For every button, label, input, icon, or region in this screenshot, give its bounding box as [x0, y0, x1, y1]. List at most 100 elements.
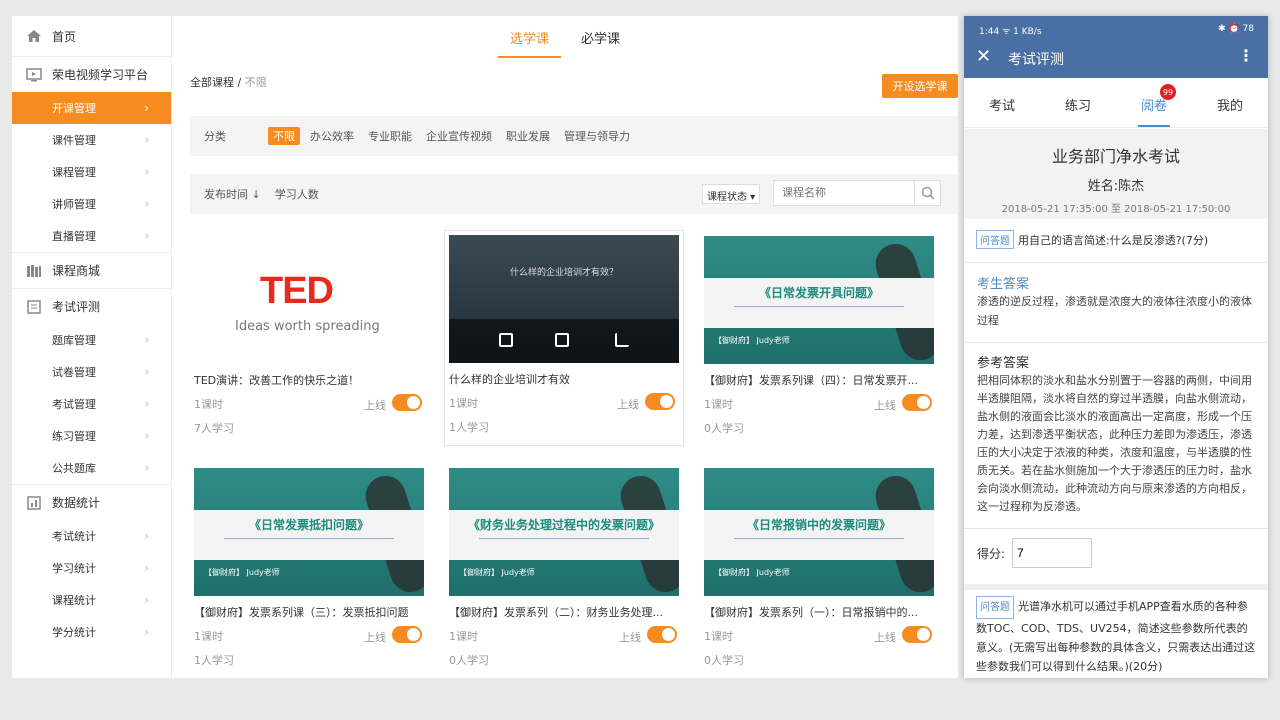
online-toggle[interactable]: [647, 626, 677, 643]
chevron-right-icon: ›: [144, 561, 149, 575]
breadcrumb-separator: /: [237, 76, 242, 89]
sidebar-stats[interactable]: 数据统计: [12, 484, 171, 520]
sidebar-item-question-bank[interactable]: 题库管理 ›: [12, 324, 171, 356]
sidebar-item-open-course[interactable]: 开课管理 ›: [12, 92, 171, 124]
ted-logo: TED: [260, 270, 334, 312]
online-toggle[interactable]: [645, 393, 675, 410]
course-card[interactable]: 《日常发票抵扣问题》 【御财府】 Judy老师 【御财府】发票系列课（三）：发票…: [190, 464, 430, 680]
online-label: 上线: [617, 398, 639, 411]
course-card[interactable]: TED Ideas worth spreading TED演讲：改善工作的快乐之…: [190, 232, 430, 448]
stats-icon: [27, 495, 41, 510]
score-label: 得分:: [977, 547, 1006, 561]
notification-badge: 99: [1160, 84, 1176, 100]
course-title[interactable]: 【御财府】发票系列（二）：财务业务处理...: [449, 604, 683, 620]
sidebar-item-exams[interactable]: 考试管理 ›: [12, 388, 171, 420]
sidebar-item-course[interactable]: 课程管理 ›: [12, 156, 171, 188]
breadcrumb-current: 不限: [244, 76, 267, 89]
admin-app: 首页 荣电视频学习平台 开课管理 › 课件管理 › 课程管理 › 讲师管理 › 直播管理…: [12, 16, 958, 678]
thumbnail-band: 《日常报销中的发票问题》: [704, 510, 934, 560]
sidebar-item-exam-stats[interactable]: 考试统计 ›: [12, 520, 171, 552]
thumbnail-title: 《日常报销中的发票问题》: [746, 518, 891, 532]
sort-learners[interactable]: 学习人数: [275, 186, 319, 202]
chevron-right-icon: ›: [144, 429, 149, 443]
sort-publish-time[interactable]: 发布时间 ↓: [204, 186, 261, 202]
online-toggle[interactable]: [902, 626, 932, 643]
sidebar-platform[interactable]: 荣电视频学习平台: [12, 56, 171, 92]
chevron-right-icon: ›: [144, 625, 149, 639]
sidebar-exam[interactable]: 考试评测: [12, 288, 171, 324]
tab-practice[interactable]: 练习: [1040, 78, 1116, 127]
sidebar-item-papers[interactable]: 试卷管理 ›: [12, 356, 171, 388]
sidebar-item-courseware[interactable]: 课件管理 ›: [12, 124, 171, 156]
course-tabs: 选学课 必学课: [172, 16, 958, 60]
filter-chip-career[interactable]: 职业发展: [506, 128, 550, 144]
thumbnail-band: 《日常发票开具问题》: [704, 278, 934, 328]
tab-mine[interactable]: 我的: [1192, 78, 1268, 127]
tab-exam[interactable]: 考试: [964, 78, 1040, 127]
course-title[interactable]: 【御财府】发票系列课（三）：发票抵扣问题: [194, 604, 428, 620]
course-thumbnail[interactable]: TED Ideas worth spreading: [194, 236, 424, 364]
thumbnail-author: 【御财府】 Judy老师: [714, 336, 790, 345]
status-bar-right: ✱ ⏰ 78: [1218, 24, 1254, 34]
sidebar-item-course-stats[interactable]: 课程统计 ›: [12, 584, 171, 616]
sidebar-item-study-stats[interactable]: 学习统计 ›: [12, 552, 171, 584]
course-card[interactable]: 什么样的企业培训才有效？ 什么样的企业培训才有效 1课时 上线 1人学习: [444, 230, 684, 446]
student-answer-text: 渗透的逆反过程，渗透就是浓度大的液体往浓度小的液体过程: [977, 295, 1252, 327]
course-learners: 1人学习: [194, 654, 234, 667]
document-icon[interactable]: [499, 333, 513, 347]
tab-elective[interactable]: 选学课: [497, 16, 561, 58]
tab-grading[interactable]: 阅卷 99: [1116, 78, 1192, 127]
examinee-name: 姓名:陈杰: [1087, 179, 1145, 194]
sidebar-mall[interactable]: 课程商城: [12, 252, 171, 288]
course-card[interactable]: 《财务业务处理过程中的发票问题》 【御财府】 Judy老师 【御财府】发票系列（…: [445, 464, 685, 680]
open-elective-button[interactable]: 开设选学课: [882, 74, 958, 98]
course-title[interactable]: 什么样的企业培训才有效: [449, 371, 683, 387]
tab-label: 练习: [1064, 99, 1091, 114]
sidebar-item-label: 课件管理: [52, 134, 96, 147]
course-title[interactable]: TED演讲：改善工作的快乐之道！: [194, 372, 428, 388]
more-vertical-icon[interactable]: ⋮: [1238, 46, 1254, 65]
course-card[interactable]: 《日常发票开具问题》 【御财府】 Judy老师 【御财府】发票系列课（四）：日常…: [700, 232, 940, 448]
filter-chip-professional[interactable]: 专业职能: [368, 128, 412, 144]
sidebar-item-credit-stats[interactable]: 学分统计 ›: [12, 616, 171, 648]
course-title[interactable]: 【御财府】发票系列课（四）：日常发票开...: [704, 372, 938, 388]
sort-bar: 发布时间 ↓ 学习人数 课程状态 ▾: [190, 174, 958, 214]
filter-chip-office[interactable]: 办公效率: [310, 128, 354, 144]
search-button[interactable]: [914, 181, 940, 205]
online-toggle[interactable]: [902, 394, 932, 411]
chevron-right-icon: ›: [144, 197, 149, 211]
sidebar-item-lecturer[interactable]: 讲师管理 ›: [12, 188, 171, 220]
filter-chip-promo-video[interactable]: 企业宣传视频: [426, 128, 492, 144]
search-input[interactable]: [774, 181, 914, 205]
sidebar-item-practice[interactable]: 练习管理 ›: [12, 420, 171, 452]
breadcrumb-all[interactable]: 全部课程: [190, 76, 234, 89]
sidebar-home[interactable]: 首页: [12, 16, 171, 56]
course-thumbnail[interactable]: 《日常报销中的发票问题》 【御财府】 Judy老师: [704, 468, 934, 596]
course-thumbnail[interactable]: 什么样的企业培训才有效？: [449, 235, 679, 363]
sidebar-item-live[interactable]: 直播管理 ›: [12, 220, 171, 252]
course-status-select[interactable]: 课程状态 ▾: [702, 184, 761, 204]
exam-doc-icon: [27, 299, 41, 314]
filter-chip-all[interactable]: 不限: [268, 127, 300, 145]
sidebar-item-label: 直播管理: [52, 230, 96, 243]
divider: [964, 262, 1268, 263]
thumbnail-author: 【御财府】 Judy老师: [204, 568, 280, 577]
edit-icon[interactable]: [555, 333, 569, 347]
close-icon[interactable]: ✕: [976, 46, 991, 67]
course-thumbnail[interactable]: 《日常发票抵扣问题》 【御财府】 Judy老师: [194, 468, 424, 596]
score-input[interactable]: [1012, 538, 1092, 568]
tab-required[interactable]: 必学课: [569, 16, 632, 58]
course-title[interactable]: 【御财府】发票系列（一）：日常报销中的...: [704, 604, 938, 620]
list-icon[interactable]: [615, 333, 629, 347]
thumbnail-divider: [734, 306, 904, 307]
course-thumbnail[interactable]: 《财务业务处理过程中的发票问题》 【御财府】 Judy老师: [449, 468, 679, 596]
online-toggle[interactable]: [392, 626, 422, 643]
sidebar-item-public-bank[interactable]: 公共题库 ›: [12, 452, 171, 484]
sidebar-item-label: 开课管理: [52, 102, 96, 115]
course-card[interactable]: 《日常报销中的发票问题》 【御财府】 Judy老师 【御财府】发票系列（一）：日…: [700, 464, 940, 680]
course-learners: 1人学习: [449, 421, 489, 434]
filter-chip-leadership[interactable]: 管理与领导力: [564, 128, 630, 144]
divider: [964, 528, 1268, 529]
online-toggle[interactable]: [392, 394, 422, 411]
course-thumbnail[interactable]: 《日常发票开具问题》 【御财府】 Judy老师: [704, 236, 934, 364]
